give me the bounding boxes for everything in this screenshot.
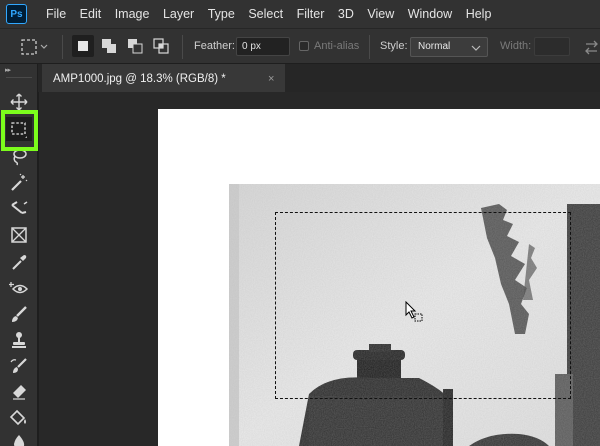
lasso-icon <box>13 149 27 166</box>
style-label: Style: <box>380 40 408 52</box>
feather-label: Feather: <box>194 40 235 52</box>
red-eye-icon <box>9 282 29 294</box>
collapse-panel-icon[interactable]: ▸▸ <box>5 66 11 74</box>
add-to-selection-button[interactable] <box>98 35 120 57</box>
menu-view[interactable]: View <box>367 7 394 21</box>
style-select[interactable]: Normal <box>410 37 488 57</box>
crop-tool[interactable] <box>6 197 32 221</box>
eraser-tool[interactable] <box>6 380 32 404</box>
document-tab-bar: AMP1000.jpg @ 18.3% (RGB/8) * × <box>38 64 600 92</box>
width-input[interactable] <box>534 37 570 56</box>
menu-file[interactable]: File <box>46 7 66 21</box>
lasso-tool[interactable] <box>6 145 32 169</box>
document-tab-title: AMP1000.jpg @ 18.3% (RGB/8) * <box>53 73 226 85</box>
tools-grip <box>6 77 32 78</box>
eraser-icon <box>13 385 26 400</box>
menu-window[interactable]: Window <box>408 7 452 21</box>
options-separator <box>62 35 63 59</box>
add-to-selection-icon <box>102 39 116 53</box>
tools-panel: ▸▸ <box>0 64 38 446</box>
frame-icon <box>11 227 27 243</box>
blur-icon <box>14 435 25 446</box>
feather-input[interactable]: 0 px <box>236 37 290 56</box>
crop-icon <box>11 201 28 214</box>
eyedropper-tool[interactable] <box>6 250 32 274</box>
swap-dimensions-button[interactable] <box>580 37 600 57</box>
frame-tool[interactable] <box>6 223 32 247</box>
style-select-value: Normal <box>418 41 451 52</box>
move-tool[interactable] <box>6 90 32 114</box>
rectangular-marquee-tool[interactable] <box>6 117 32 141</box>
history-brush-tool[interactable] <box>6 354 32 378</box>
chevron-down-icon <box>471 45 481 51</box>
antialias-label: Anti-alias <box>314 40 360 52</box>
history-brush-icon <box>10 358 27 373</box>
menu-items: File Edit Image Layer Type Select Filter… <box>46 0 505 28</box>
menu-image[interactable]: Image <box>115 7 150 21</box>
subtract-selection-icon <box>128 39 143 54</box>
magic-wand-icon <box>11 173 28 191</box>
menu-edit[interactable]: Edit <box>80 7 102 21</box>
paint-bucket-tool[interactable] <box>6 406 32 430</box>
new-selection-button[interactable] <box>72 35 94 57</box>
stamp-icon <box>12 332 26 348</box>
menu-filter[interactable]: Filter <box>297 7 325 21</box>
tool-preset-picker[interactable] <box>8 35 48 59</box>
marquee-preset-icon <box>21 39 48 55</box>
intersect-selection-icon <box>153 38 169 54</box>
menu-select[interactable]: Select <box>248 7 283 21</box>
menu-type[interactable]: Type <box>208 7 235 21</box>
swap-arrows-icon <box>585 40 598 55</box>
intersect-selection-button[interactable] <box>150 35 172 57</box>
canvas-workspace[interactable] <box>39 92 600 446</box>
brush-icon <box>12 306 27 322</box>
paint-bucket-icon <box>9 409 26 426</box>
menu-3d[interactable]: 3D <box>338 7 354 21</box>
document-tab[interactable]: AMP1000.jpg @ 18.3% (RGB/8) * × <box>42 64 285 92</box>
subtract-from-selection-button[interactable] <box>124 35 146 57</box>
clone-stamp-tool[interactable] <box>6 328 32 352</box>
brush-tool[interactable] <box>6 302 32 326</box>
red-eye-tool[interactable] <box>6 276 32 300</box>
antialias-checkbox[interactable] <box>299 41 309 51</box>
photoshop-logo-icon: Ps <box>6 4 27 24</box>
close-tab-icon[interactable]: × <box>268 73 274 85</box>
marquee-cursor-icon <box>405 301 423 322</box>
move-icon <box>10 93 28 111</box>
magic-wand-tool[interactable] <box>6 171 32 195</box>
options-separator <box>369 35 370 59</box>
width-label: Width: <box>500 40 532 52</box>
options-separator <box>182 35 183 59</box>
new-selection-icon <box>78 41 88 51</box>
eyedropper-icon <box>12 255 27 270</box>
options-bar: Feather: 0 px Anti-alias Style: Normal W… <box>0 28 600 64</box>
menu-bar: Ps File Edit Image Layer Type Select Fil… <box>0 0 600 28</box>
blur-tool[interactable] <box>6 430 32 446</box>
menu-layer[interactable]: Layer <box>163 7 194 21</box>
marquee-icon <box>11 122 27 138</box>
menu-help[interactable]: Help <box>466 7 492 21</box>
